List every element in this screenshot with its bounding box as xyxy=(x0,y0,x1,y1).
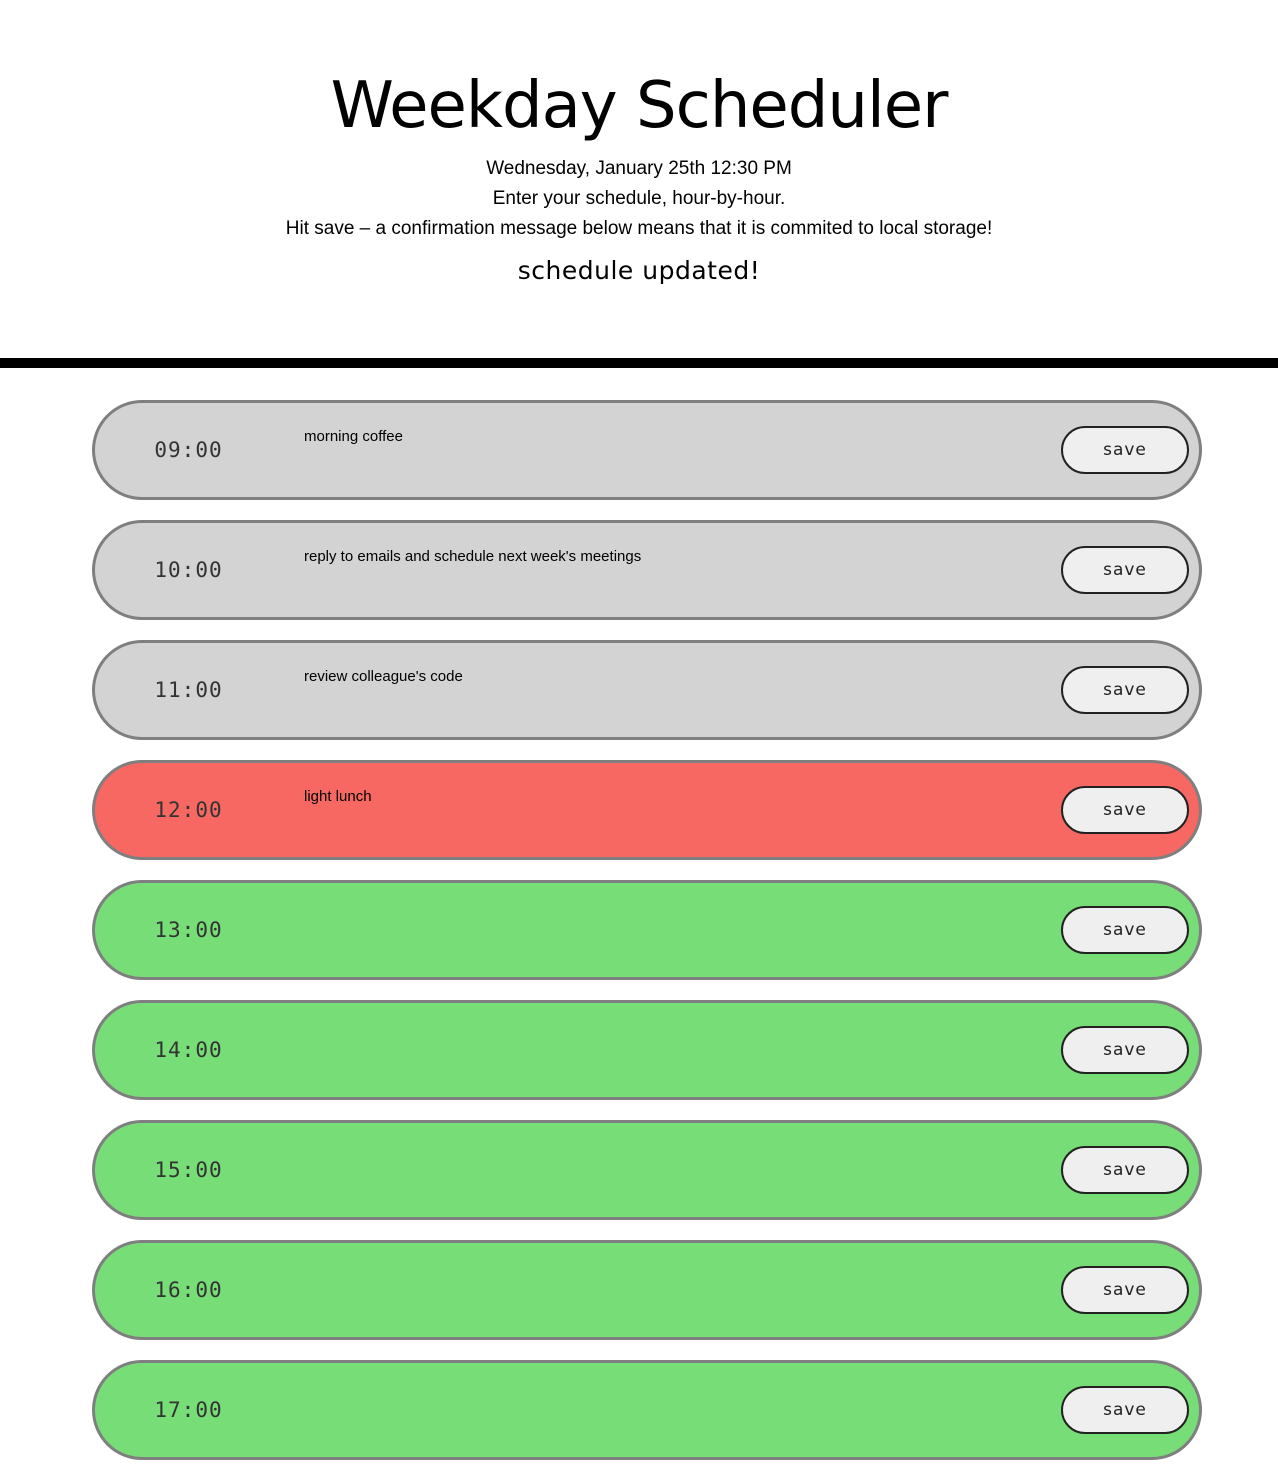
save-button[interactable]: save xyxy=(1061,1026,1189,1074)
time-block-15: 15:00 save xyxy=(92,1120,1202,1220)
task-input[interactable] xyxy=(304,1267,1044,1319)
save-button[interactable]: save xyxy=(1061,546,1189,594)
save-instruction-text: Hit save – a confirmation message below … xyxy=(285,218,993,239)
page-header: Weekday Scheduler Wednesday, January 25t… xyxy=(0,0,1278,288)
hour-label: 11:00 xyxy=(154,678,223,702)
task-input[interactable] xyxy=(304,667,1044,719)
hour-label: 10:00 xyxy=(154,558,223,582)
hour-label: 14:00 xyxy=(154,1038,223,1062)
page-title: Weekday Scheduler xyxy=(330,69,949,143)
status-message: schedule updated! xyxy=(517,256,761,285)
task-input[interactable] xyxy=(304,787,1044,839)
hour-label: 12:00 xyxy=(154,798,223,822)
hour-label: 15:00 xyxy=(154,1158,223,1182)
time-block-12: 12:00 save xyxy=(92,760,1202,860)
time-block-13: 13:00 save xyxy=(92,880,1202,980)
task-input[interactable] xyxy=(304,907,1044,959)
save-button[interactable]: save xyxy=(1061,786,1189,834)
hour-label: 16:00 xyxy=(154,1278,223,1302)
task-input[interactable] xyxy=(304,1027,1044,1079)
save-button[interactable]: save xyxy=(1061,666,1189,714)
header-divider xyxy=(0,358,1278,368)
hour-label: 09:00 xyxy=(154,438,223,462)
hour-label: 13:00 xyxy=(154,918,223,942)
time-block-10: 10:00 save xyxy=(92,520,1202,620)
save-button[interactable]: save xyxy=(1061,1266,1189,1314)
time-block-14: 14:00 save xyxy=(92,1000,1202,1100)
task-input[interactable] xyxy=(304,547,1044,599)
task-input[interactable] xyxy=(304,427,1044,479)
save-button[interactable]: save xyxy=(1061,906,1189,954)
schedule-container: 09:00 save 10:00 save 11:00 save 12:00 s… xyxy=(92,400,1202,1480)
hour-label: 17:00 xyxy=(154,1398,223,1422)
instruction-text: Enter your schedule, hour-by-hour. xyxy=(492,188,786,209)
save-button[interactable]: save xyxy=(1061,1386,1189,1434)
save-button[interactable]: save xyxy=(1061,426,1189,474)
current-date: Wednesday, January 25th 12:30 PM xyxy=(486,158,792,179)
save-button[interactable]: save xyxy=(1061,1146,1189,1194)
task-input[interactable] xyxy=(304,1147,1044,1199)
time-block-17: 17:00 save xyxy=(92,1360,1202,1460)
time-block-09: 09:00 save xyxy=(92,400,1202,500)
task-input[interactable] xyxy=(304,1387,1044,1439)
time-block-16: 16:00 save xyxy=(92,1240,1202,1340)
time-block-11: 11:00 save xyxy=(92,640,1202,740)
